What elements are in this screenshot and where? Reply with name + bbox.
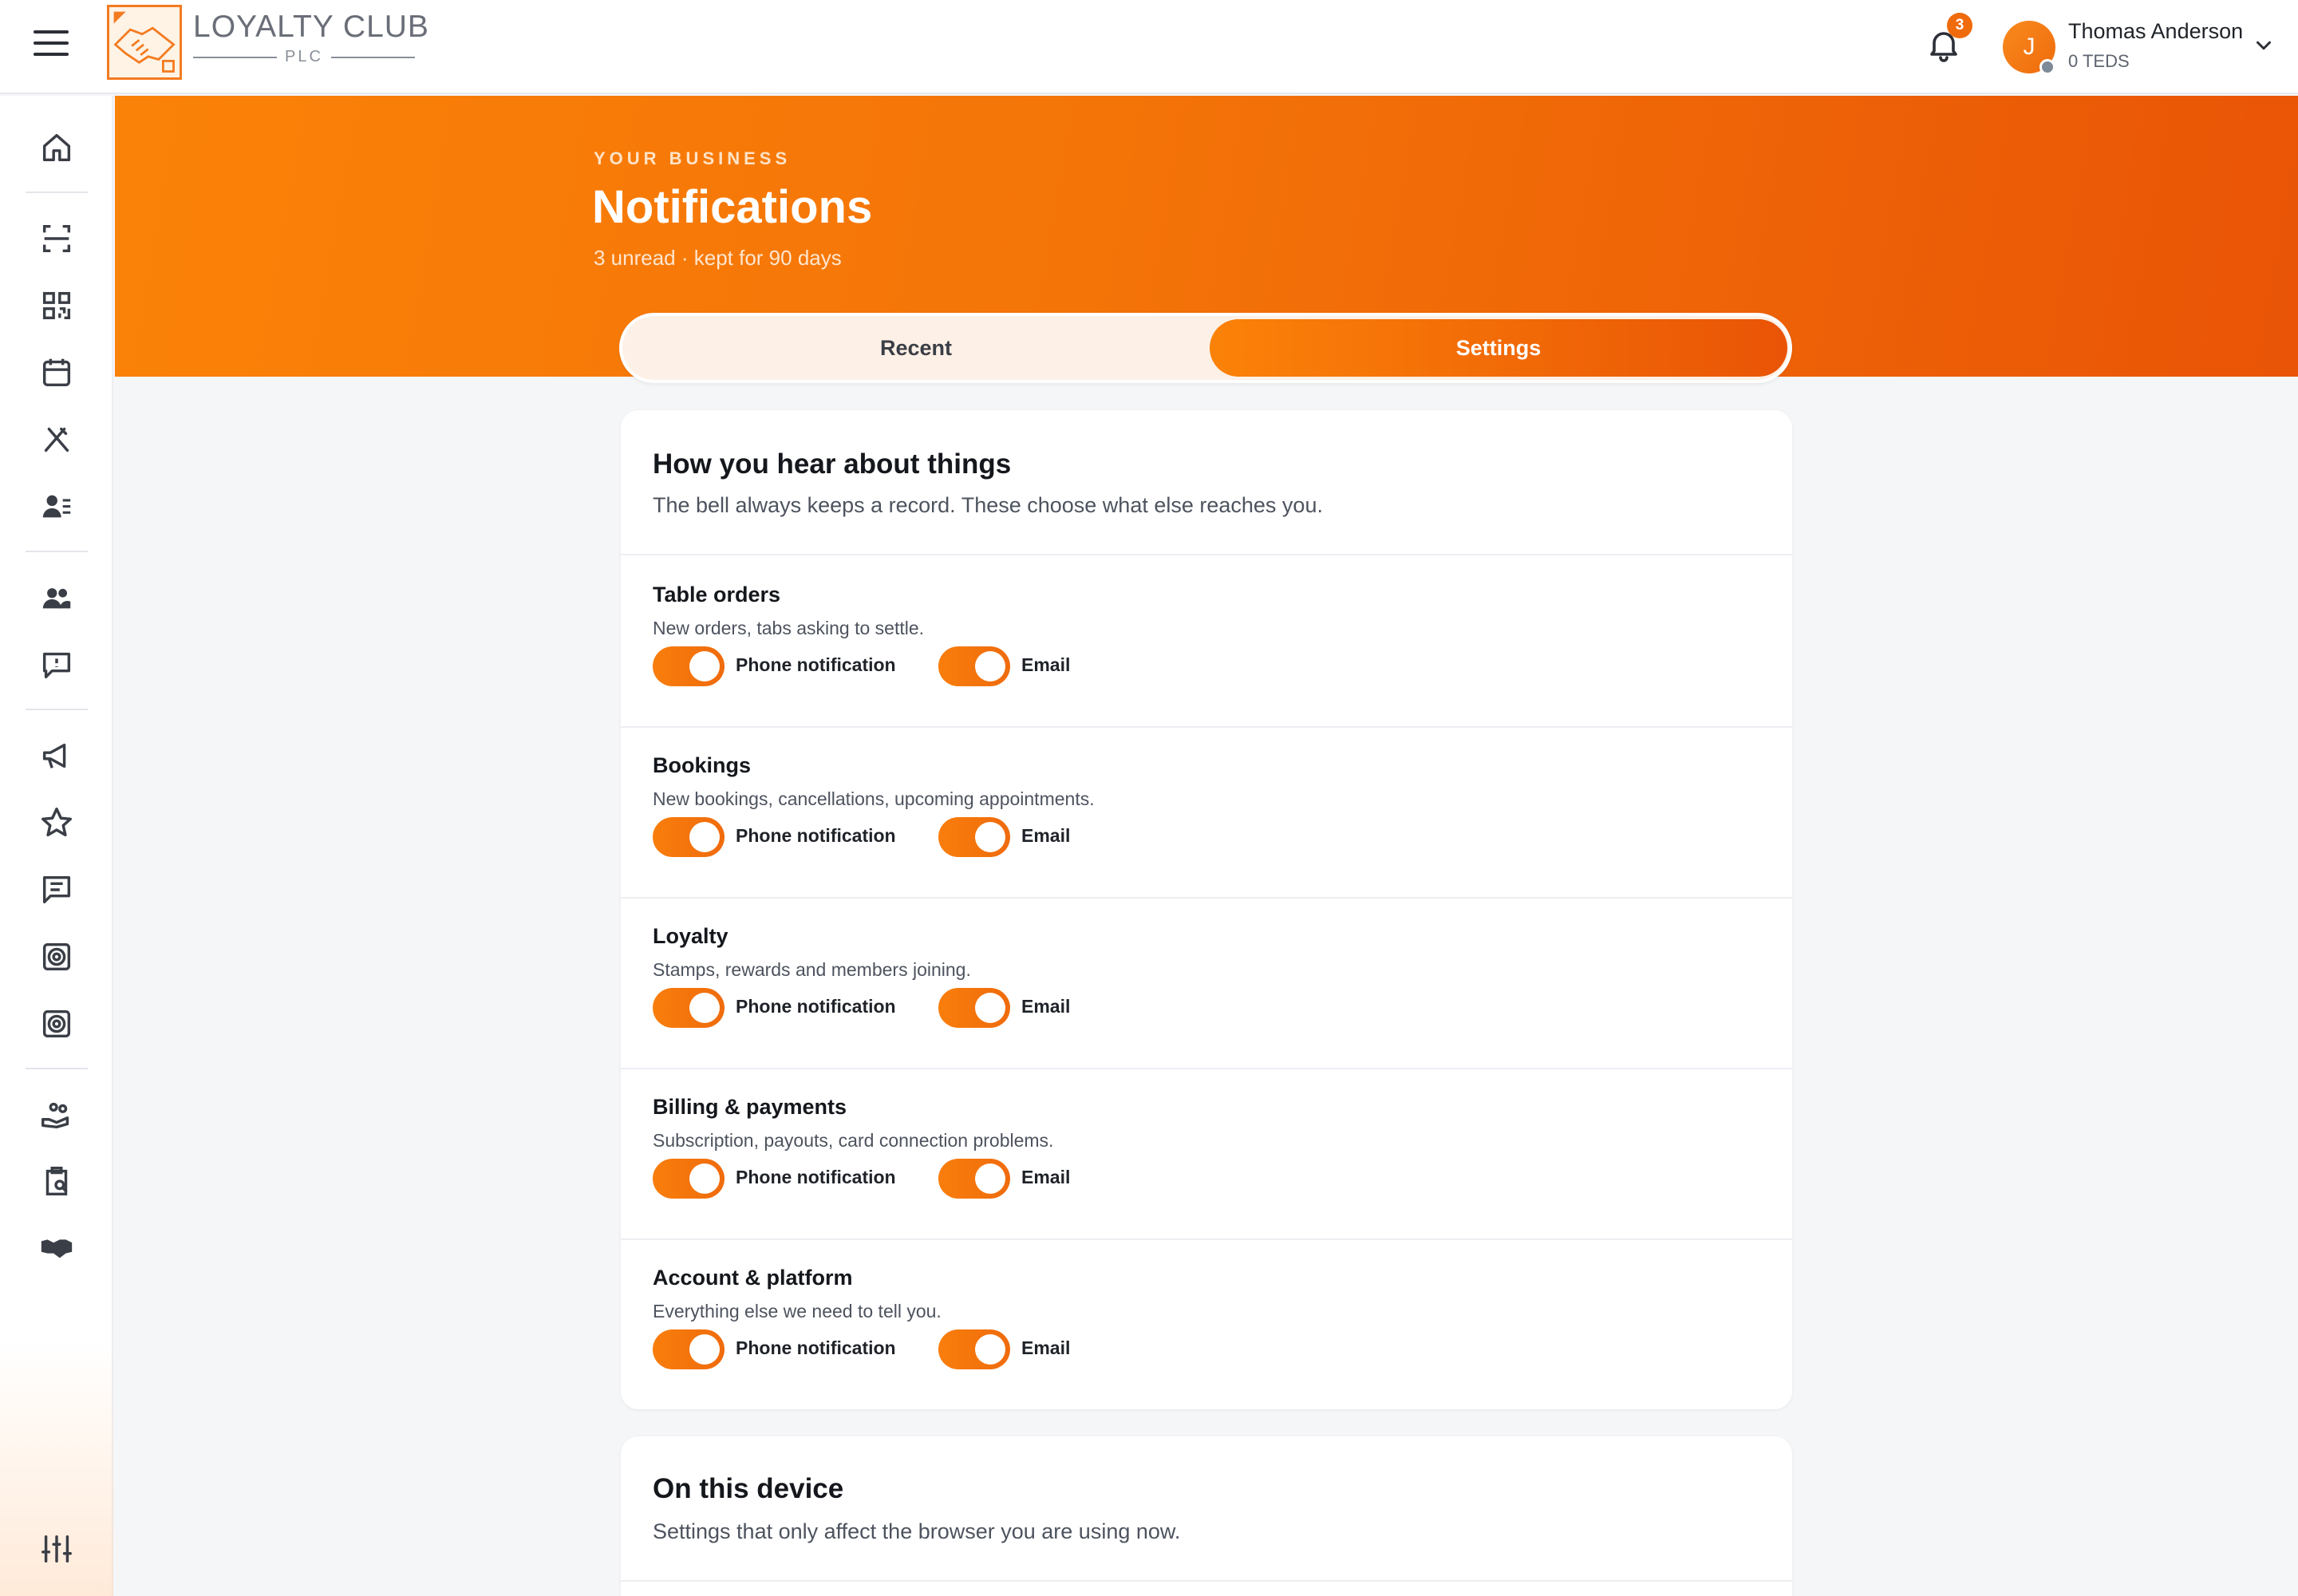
users-icon[interactable] xyxy=(38,579,75,616)
clipboard-search-icon[interactable] xyxy=(38,1163,75,1200)
user-name: Thomas Anderson xyxy=(2068,19,2244,43)
phone-notification-toggle[interactable] xyxy=(653,988,725,1028)
handshake-icon[interactable] xyxy=(38,1229,75,1266)
sidebar xyxy=(0,96,113,1596)
chevron-down-icon xyxy=(2257,41,2271,50)
page-subtitle: 3 unread · kept for 90 days xyxy=(594,246,842,270)
home-icon[interactable] xyxy=(38,129,75,166)
toggle-label: Phone notification xyxy=(736,996,896,1017)
row-description: Everything else we need to tell you. xyxy=(653,1301,942,1321)
messages-icon[interactable] xyxy=(38,871,75,908)
staff-list-icon[interactable] xyxy=(38,488,75,525)
toggle-label: Email xyxy=(1021,825,1071,846)
hand-heart-icon[interactable] xyxy=(38,1096,75,1133)
toggle-label: Phone notification xyxy=(736,654,896,675)
tab-recent[interactable]: Recent xyxy=(627,319,1205,377)
feedback-icon[interactable] xyxy=(38,646,75,683)
row-description: Stamps, rewards and members joining. xyxy=(653,959,971,980)
row-description: New orders, tabs asking to settle. xyxy=(653,618,925,638)
star-icon[interactable] xyxy=(38,804,75,841)
sidebar-divider xyxy=(26,1068,88,1069)
row-title: Loyalty xyxy=(653,924,728,948)
menu-icon[interactable] xyxy=(34,30,69,57)
phone-notification-toggle[interactable] xyxy=(653,1159,725,1199)
status-dot xyxy=(2039,59,2055,75)
tab-bar: Recent Settings xyxy=(619,313,1792,383)
toggle-label: Email xyxy=(1021,1167,1071,1187)
toggle-label: Phone notification xyxy=(736,1337,896,1358)
toggle-label: Phone notification xyxy=(736,1167,896,1187)
brand-suffix: PLC xyxy=(193,48,415,66)
settings-row-table-orders: Table orders New orders, tabs asking to … xyxy=(621,555,1792,726)
card-title: How you hear about things xyxy=(653,448,1012,480)
settings-row-bookings: Bookings New bookings, cancellations, up… xyxy=(621,726,1792,897)
settings-row-loyalty: Loyalty Stamps, rewards and members join… xyxy=(621,897,1792,1068)
email-toggle[interactable] xyxy=(938,988,1010,1028)
target-icon[interactable] xyxy=(38,938,75,975)
top-bar: LOYALTY CLUB PLC 3 J Thomas Anderson 0 T… xyxy=(0,0,2298,94)
sliders-icon[interactable] xyxy=(38,1531,75,1567)
sidebar-divider xyxy=(26,192,88,193)
card-description: The bell always keeps a record. These ch… xyxy=(653,493,1323,517)
tab-settings[interactable]: Settings xyxy=(1210,319,1787,377)
device-settings-card: On this device Settings that only affect… xyxy=(621,1436,1792,1596)
row-title: Bookings xyxy=(653,753,752,777)
phone-notification-toggle[interactable] xyxy=(653,817,725,857)
email-toggle[interactable] xyxy=(938,646,1010,686)
email-toggle[interactable] xyxy=(938,1159,1010,1199)
row-title: Billing & payments xyxy=(653,1095,847,1119)
settings-row-billing: Billing & payments Subscription, payouts… xyxy=(621,1068,1792,1238)
user-balance: 0 TEDS xyxy=(2068,51,2130,71)
settings-row-account: Account & platform Everything else we ne… xyxy=(621,1238,1792,1409)
card-title: On this device xyxy=(653,1473,844,1504)
email-toggle[interactable] xyxy=(938,817,1010,857)
email-toggle[interactable] xyxy=(938,1329,1010,1369)
row-title: Table orders xyxy=(653,583,781,606)
card-description: Settings that only affect the browser yo… xyxy=(653,1519,1181,1543)
toggle-label: Phone notification xyxy=(736,825,896,846)
qr-code-icon[interactable] xyxy=(38,287,75,324)
toggle-label: Email xyxy=(1021,996,1071,1017)
section-eyebrow: YOUR BUSINESS xyxy=(594,148,792,168)
scan-icon[interactable] xyxy=(38,220,75,257)
toggle-label: Email xyxy=(1021,1337,1071,1358)
target-alt-icon[interactable] xyxy=(38,1005,75,1042)
sidebar-divider xyxy=(26,709,88,710)
row-description: New bookings, cancellations, upcoming ap… xyxy=(653,788,1095,809)
notification-count-badge: 3 xyxy=(1947,13,1972,38)
toggle-label: Email xyxy=(1021,654,1071,675)
phone-notification-toggle[interactable] xyxy=(653,1329,725,1369)
brand-name: LOYALTY CLUB xyxy=(193,10,429,44)
utensils-icon[interactable] xyxy=(38,421,75,458)
user-menu[interactable]: J Thomas Anderson 0 TEDS xyxy=(1982,6,2290,88)
row-description: Subscription, payouts, card connection p… xyxy=(653,1130,1054,1151)
sidebar-divider xyxy=(26,551,88,552)
logo-icon xyxy=(107,5,182,80)
phone-notification-toggle[interactable] xyxy=(653,646,725,686)
row-title: Account & platform xyxy=(653,1266,853,1290)
calendar-icon[interactable] xyxy=(38,354,75,391)
megaphone-icon[interactable] xyxy=(38,737,75,774)
page-title: Notifications xyxy=(592,181,873,233)
channel-settings-card: How you hear about things The bell alway… xyxy=(621,410,1792,1409)
